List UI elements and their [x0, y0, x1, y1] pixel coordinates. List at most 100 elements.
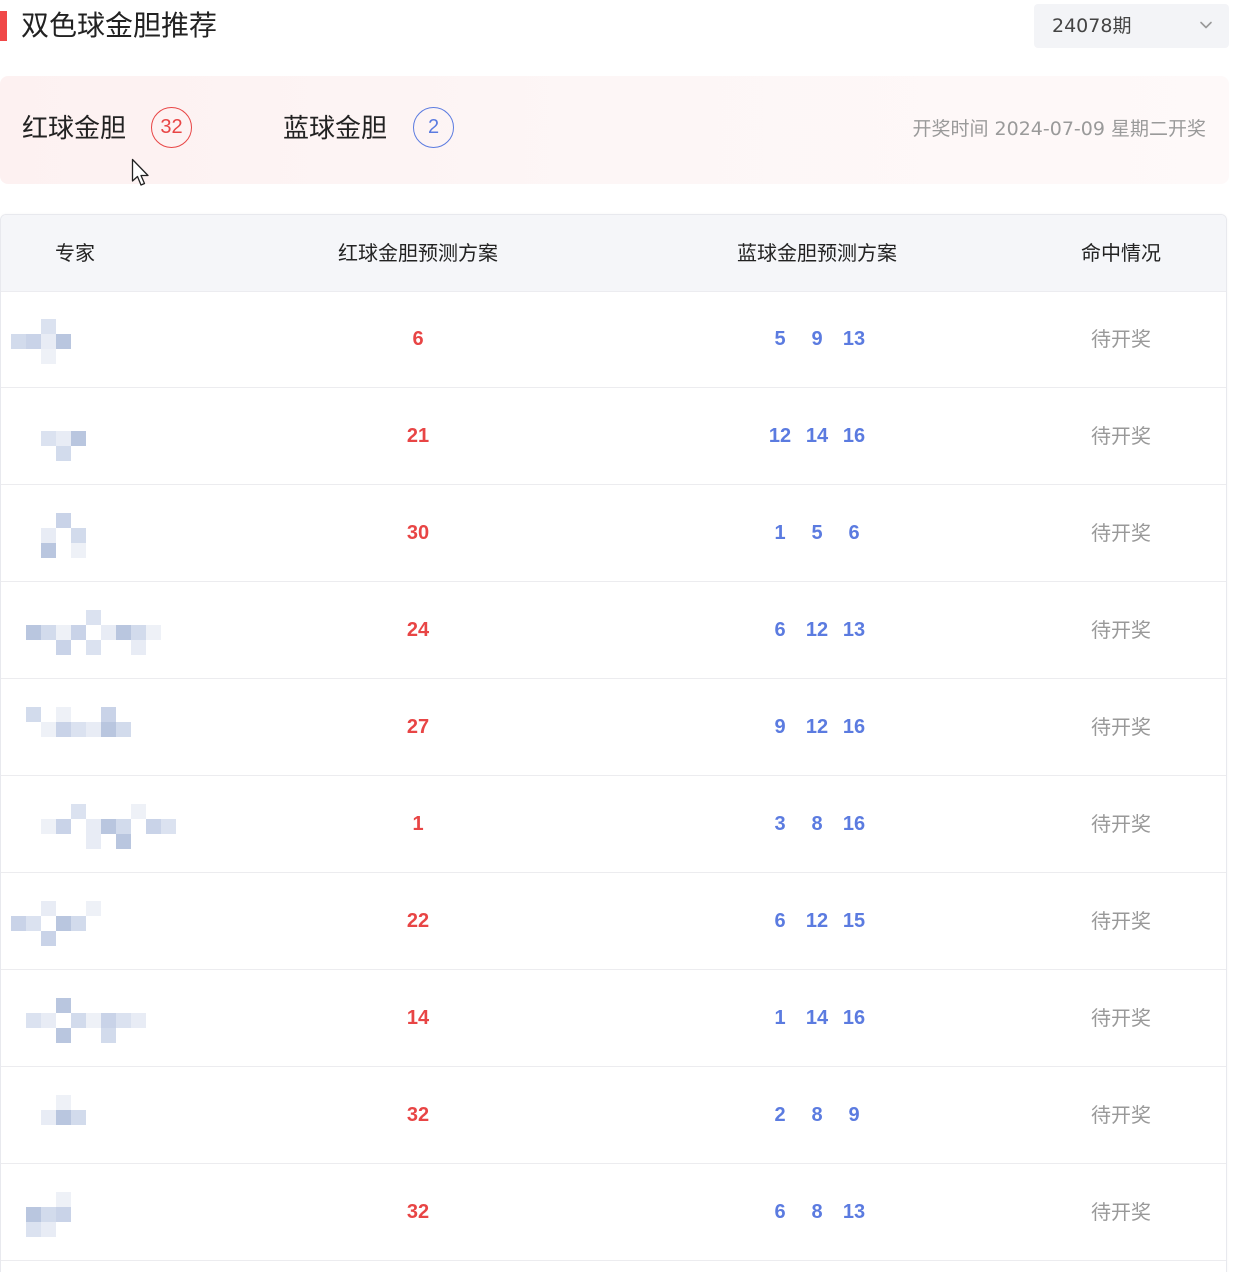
- expert-avatar-blurred: [11, 1192, 191, 1237]
- blue-ball-number: 12: [805, 619, 829, 641]
- blue-ball-number: 16: [842, 1007, 866, 1029]
- red-ball-prediction: 27: [406, 716, 430, 738]
- title-accent-bar: [0, 11, 7, 41]
- hit-status: 待开奖: [1091, 1103, 1151, 1127]
- blue-ball-number: 6: [774, 619, 786, 641]
- expert-cell[interactable]: [11, 776, 211, 872]
- table-row[interactable]: 30 1 5 6 待开奖: [1, 485, 1226, 582]
- expert-avatar-blurred: [11, 513, 191, 558]
- blue-ball-number: 16: [842, 813, 866, 835]
- blue-ball-number: 3: [774, 813, 786, 835]
- hit-status: 待开奖: [1091, 909, 1151, 933]
- blue-ball-number: 12: [768, 425, 792, 447]
- hit-status: 待开奖: [1091, 1200, 1151, 1224]
- draw-time: 开奖时间 2024-07-09 星期二开奖: [912, 118, 1207, 140]
- blue-ball-prediction: 6 12 15: [717, 873, 917, 969]
- blue-ball-number: 13: [842, 328, 866, 350]
- blue-ball-number: 1: [774, 1007, 786, 1029]
- red-ball-prediction: 32: [406, 1201, 430, 1223]
- blue-ball-prediction: 12 14 16: [717, 388, 917, 484]
- column-header-red: 红球金胆预测方案: [338, 241, 498, 265]
- expert-avatar-blurred: [11, 319, 191, 364]
- expert-avatar-blurred: [11, 901, 191, 946]
- blue-ball-label: 蓝球金胆: [283, 114, 388, 144]
- expert-cell[interactable]: [11, 1164, 211, 1260]
- blue-ball-number: 12: [805, 716, 829, 738]
- blue-ball-number: 8: [811, 813, 823, 835]
- table-row[interactable]: 32 6 8 13 待开奖: [1, 1164, 1226, 1261]
- issue-select-value: 24078期: [1052, 15, 1132, 37]
- blue-ball-prediction: 6 12 13: [717, 582, 917, 678]
- blue-ball-number: 8: [811, 1104, 823, 1126]
- blue-ball-number: 15: [842, 910, 866, 932]
- blue-ball-value: 2: [413, 107, 454, 148]
- table-row[interactable]: 22 6 12 15 待开奖: [1, 873, 1226, 970]
- expert-cell[interactable]: [11, 388, 211, 484]
- blue-ball-number: 9: [848, 1104, 860, 1126]
- blue-ball-number: 12: [805, 910, 829, 932]
- blue-ball-number: 13: [842, 619, 866, 641]
- blue-ball-number: 16: [842, 425, 866, 447]
- blue-ball-prediction: 9 12 16: [717, 679, 917, 775]
- hit-status: 待开奖: [1091, 812, 1151, 836]
- red-ball-prediction: 30: [406, 522, 430, 544]
- blue-ball-number: 14: [805, 1007, 829, 1029]
- hit-status: 待开奖: [1091, 327, 1151, 351]
- red-ball-value: 32: [151, 107, 192, 148]
- blue-ball-prediction: 1 5 6: [717, 485, 917, 581]
- expert-cell[interactable]: [11, 485, 211, 581]
- blue-ball-number: 1: [774, 522, 786, 544]
- blue-ball-number: 5: [774, 328, 786, 350]
- blue-ball-number: 8: [811, 1201, 823, 1223]
- blue-ball-number: 9: [811, 328, 823, 350]
- red-ball-prediction: 21: [406, 425, 430, 447]
- table-row[interactable]: 14 1 14 16 待开奖: [1, 970, 1226, 1067]
- issue-select[interactable]: 24078期: [1034, 4, 1229, 48]
- expert-avatar-blurred: [11, 998, 191, 1043]
- expert-cell[interactable]: [11, 1067, 211, 1163]
- red-ball-prediction: 24: [406, 619, 430, 641]
- page-title: 双色球金胆推荐: [21, 9, 218, 42]
- expert-cell[interactable]: [11, 582, 211, 678]
- blue-ball-number: 6: [848, 522, 860, 544]
- column-header-expert: 专家: [55, 241, 95, 265]
- blue-ball-number: 6: [774, 910, 786, 932]
- hit-status: 待开奖: [1091, 521, 1151, 545]
- blue-ball-number: 9: [774, 716, 786, 738]
- expert-cell[interactable]: [11, 970, 211, 1066]
- table-row[interactable]: 6 5 9 13 待开奖: [1, 291, 1226, 388]
- table-body: 6 5 9 13 待开奖 21 12 14 16 待开奖 30 1 5 6 待开奖 24 6 12 13 待开奖 27 9…: [1, 291, 1226, 1261]
- expert-cell[interactable]: [11, 873, 211, 969]
- expert-avatar-blurred: [11, 707, 191, 752]
- red-ball-prediction: 14: [406, 1007, 430, 1029]
- prediction-table: 专家 红球金胆预测方案 蓝球金胆预测方案 命中情况 6 5 9 13 待开奖 21 12 14…: [0, 214, 1227, 1272]
- hit-status: 待开奖: [1091, 1006, 1151, 1030]
- blue-ball-prediction: 2 8 9: [717, 1067, 917, 1163]
- hit-status: 待开奖: [1091, 618, 1151, 642]
- summary-bar: 红球金胆 32 蓝球金胆 2 开奖时间 2024-07-09 星期二开奖: [0, 76, 1229, 184]
- table-row[interactable]: 1 3 8 16 待开奖: [1, 776, 1226, 873]
- blue-ball-number: 5: [811, 522, 823, 544]
- column-header-status: 命中情况: [1081, 241, 1161, 265]
- blue-ball-number: 14: [805, 425, 829, 447]
- table-row[interactable]: 24 6 12 13 待开奖: [1, 582, 1226, 679]
- blue-ball-prediction: 6 8 13: [717, 1164, 917, 1260]
- expert-cell[interactable]: [11, 679, 211, 775]
- table-row[interactable]: 21 12 14 16 待开奖: [1, 388, 1226, 485]
- table-row[interactable]: 32 2 8 9 待开奖: [1, 1067, 1226, 1164]
- expert-avatar-blurred: [11, 610, 191, 655]
- hit-status: 待开奖: [1091, 424, 1151, 448]
- header: 双色球金胆推荐 24078期: [0, 0, 1255, 56]
- red-ball-label: 红球金胆: [22, 114, 127, 144]
- table-row[interactable]: 27 9 12 16 待开奖: [1, 679, 1226, 776]
- blue-ball-number: 2: [774, 1104, 786, 1126]
- expert-avatar-blurred: [11, 1095, 191, 1140]
- expert-cell[interactable]: [11, 291, 211, 387]
- hit-status: 待开奖: [1091, 715, 1151, 739]
- blue-ball-prediction: 3 8 16: [717, 776, 917, 872]
- expert-avatar-blurred: [11, 804, 191, 849]
- blue-ball-number: 16: [842, 716, 866, 738]
- column-header-blue: 蓝球金胆预测方案: [737, 241, 897, 265]
- blue-ball-number: 13: [842, 1201, 866, 1223]
- red-ball-prediction: 22: [406, 910, 430, 932]
